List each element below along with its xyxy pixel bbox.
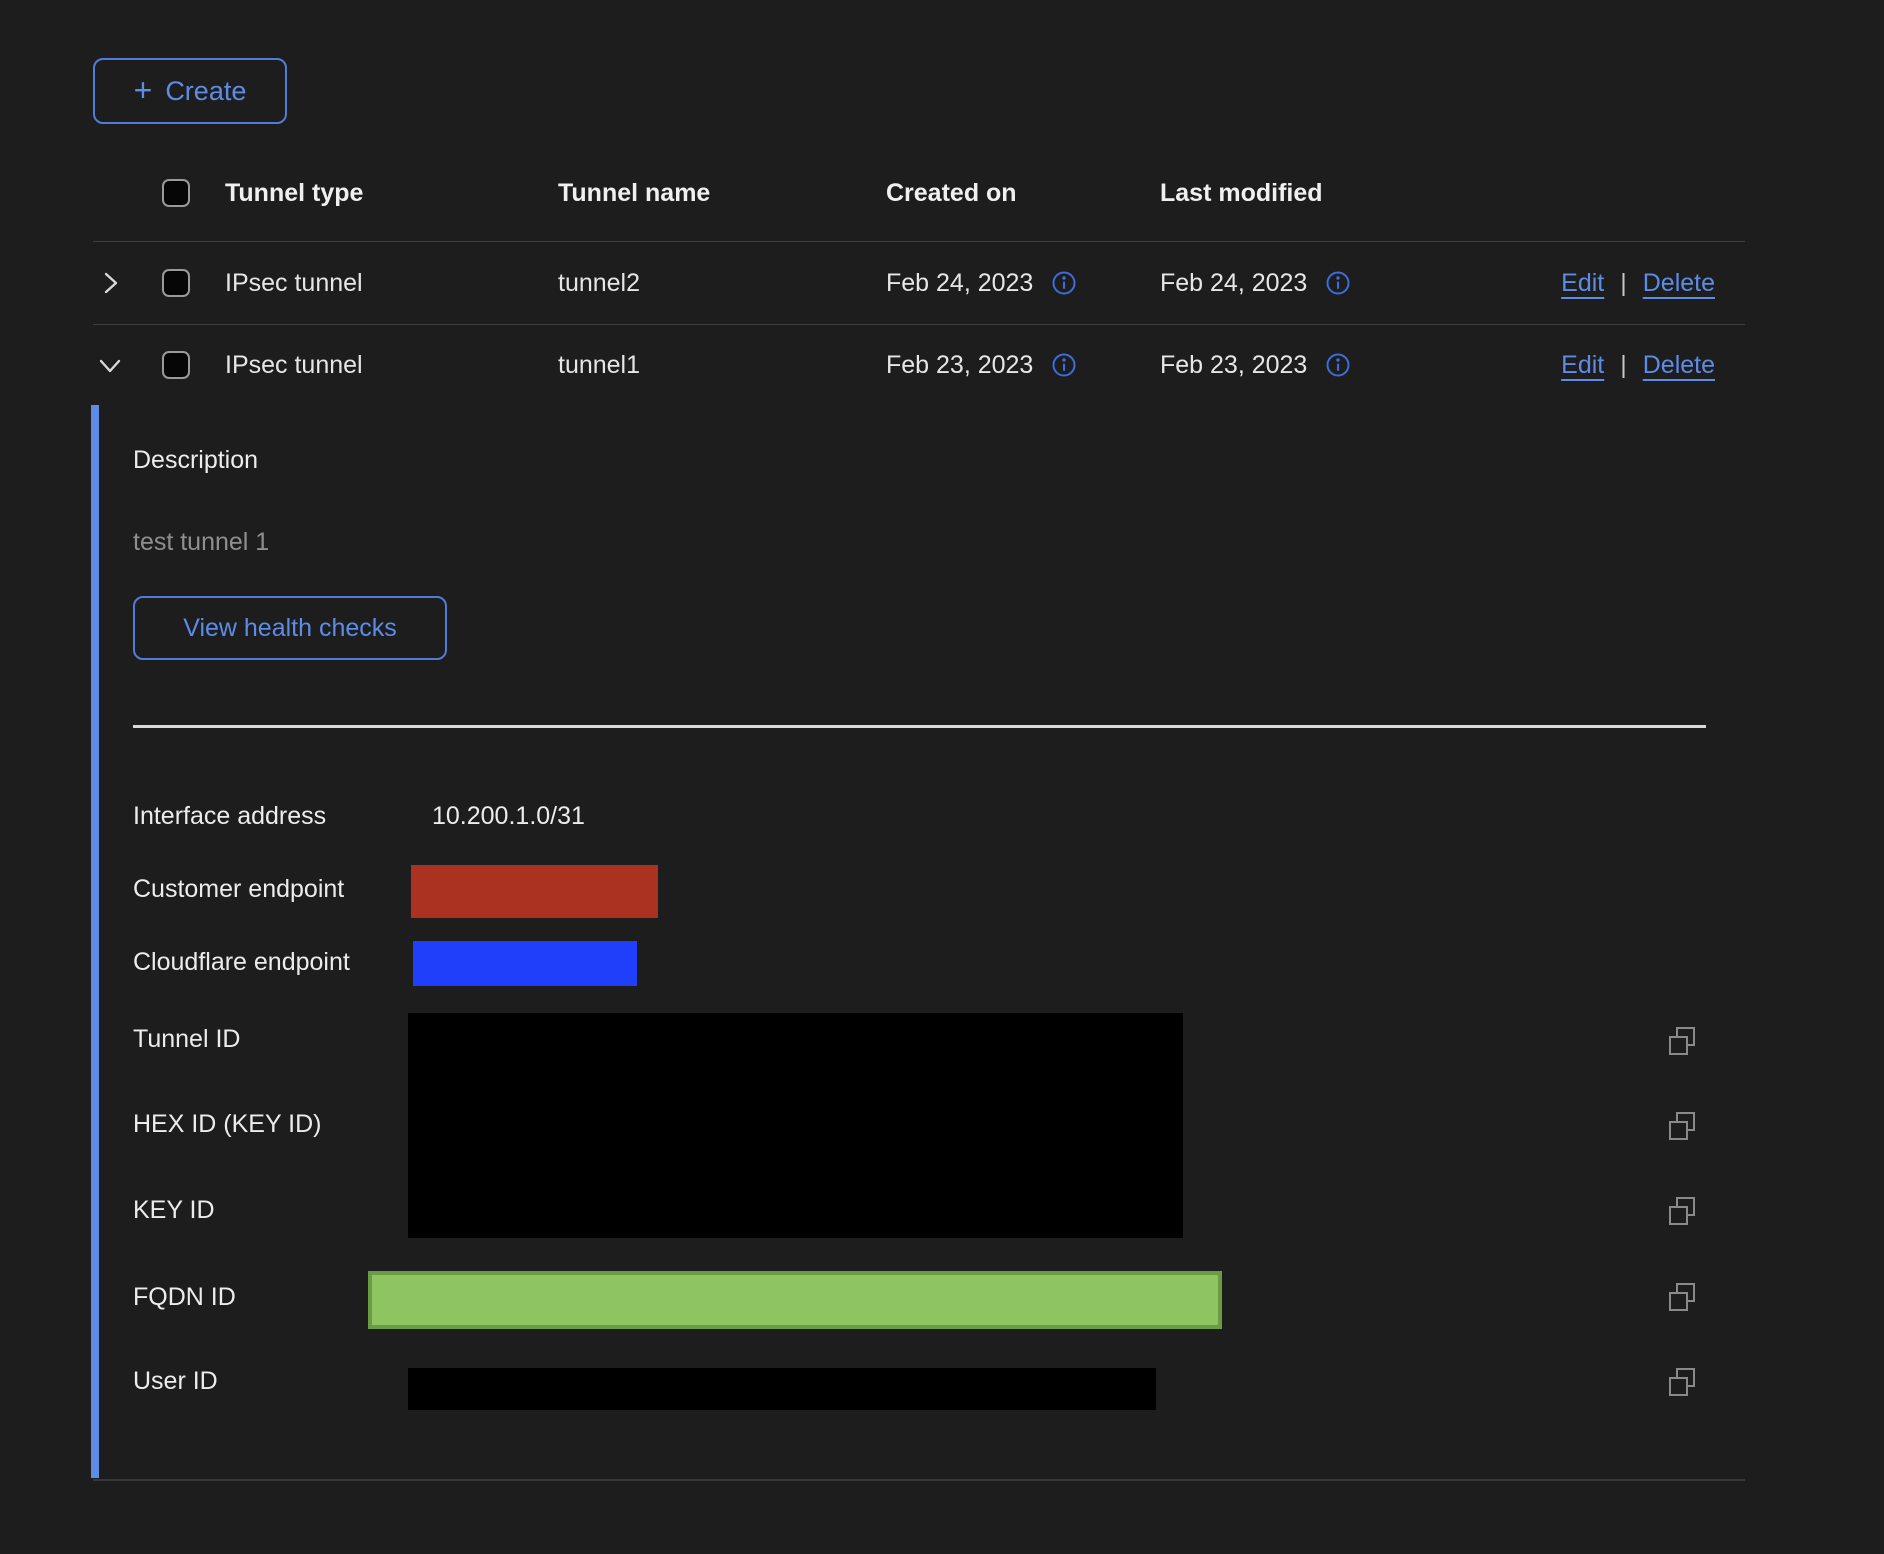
collapse-row-button[interactable] <box>93 348 127 382</box>
created-on-value: Feb 24, 2023 <box>886 269 1033 298</box>
table-header-row: Tunnel type Tunnel name Created on Last … <box>93 145 1745 242</box>
copy-tunnel-id-button[interactable] <box>1666 1026 1698 1058</box>
delete-link[interactable]: Delete <box>1643 269 1715 298</box>
fqdn-id-label: FQDN ID <box>133 1283 236 1312</box>
info-icon <box>1325 270 1351 296</box>
header-tunnel-name: Tunnel name <box>558 179 886 208</box>
cloudflare-endpoint-label: Cloudflare endpoint <box>133 948 350 977</box>
chevron-down-icon <box>97 352 123 378</box>
cloudflare-endpoint-redacted-value <box>413 941 637 986</box>
last-modified-info-button[interactable] <box>1325 352 1351 378</box>
link-separator: | <box>1620 351 1627 380</box>
expand-row-button[interactable] <box>93 266 127 300</box>
chevron-right-icon <box>97 270 123 296</box>
copy-hex-id-button[interactable] <box>1666 1111 1698 1143</box>
info-icon <box>1325 352 1351 378</box>
select-all-cell <box>148 179 225 207</box>
info-icon <box>1051 270 1077 296</box>
created-on-info-button[interactable] <box>1051 270 1077 296</box>
copy-icon <box>1666 1196 1698 1228</box>
delete-link[interactable]: Delete <box>1643 351 1715 380</box>
copy-icon <box>1666 1026 1698 1058</box>
edit-link[interactable]: Edit <box>1561 269 1604 298</box>
user-id-label: User ID <box>133 1367 218 1396</box>
tunnel-hex-key-id-redacted-value <box>408 1013 1183 1238</box>
link-separator: | <box>1620 269 1627 298</box>
tunnel-type-cell: IPsec tunnel <box>225 351 558 380</box>
copy-icon <box>1666 1111 1698 1143</box>
hex-id-label: HEX ID (KEY ID) <box>133 1110 321 1139</box>
expanded-accent-bar <box>91 405 99 1478</box>
tunnel1-expanded-panel: Description test tunnel 1 View health ch… <box>0 405 1884 1478</box>
created-on-info-button[interactable] <box>1051 352 1077 378</box>
table-row-tunnel2: IPsec tunnel tunnel2 Feb 24, 2023 Feb 24… <box>93 242 1745 325</box>
create-button[interactable]: + Create <box>93 58 287 124</box>
header-tunnel-type: Tunnel type <box>225 179 558 208</box>
customer-endpoint-label: Customer endpoint <box>133 875 344 904</box>
info-icon <box>1051 352 1077 378</box>
last-modified-info-button[interactable] <box>1325 270 1351 296</box>
description-value: test tunnel 1 <box>133 528 269 557</box>
select-all-checkbox[interactable] <box>162 179 190 207</box>
created-on-value: Feb 23, 2023 <box>886 351 1033 380</box>
tunnel-name-cell: tunnel1 <box>558 351 886 380</box>
interface-address-label: Interface address <box>133 802 326 831</box>
key-id-label: KEY ID <box>133 1196 215 1225</box>
copy-key-id-button[interactable] <box>1666 1196 1698 1228</box>
fqdn-id-redacted-value <box>368 1271 1222 1329</box>
plus-icon: + <box>134 74 153 106</box>
edit-link[interactable]: Edit <box>1561 351 1604 380</box>
copy-icon <box>1666 1282 1698 1314</box>
ipsec-tunnels-page: + Create Tunnel type Tunnel name Created… <box>0 0 1884 1554</box>
tunnel-id-label: Tunnel ID <box>133 1025 240 1054</box>
last-modified-value: Feb 24, 2023 <box>1160 269 1307 298</box>
interface-address-value: 10.200.1.0/31 <box>432 802 585 831</box>
user-id-redacted-value <box>408 1368 1156 1410</box>
customer-endpoint-redacted-value <box>411 865 658 918</box>
tunnels-table: Tunnel type Tunnel name Created on Last … <box>93 145 1745 405</box>
create-button-label: Create <box>165 76 246 107</box>
description-label: Description <box>133 446 258 475</box>
table-bottom-border <box>93 1479 1745 1481</box>
copy-fqdn-id-button[interactable] <box>1666 1282 1698 1314</box>
header-created-on: Created on <box>886 179 1160 208</box>
row-checkbox[interactable] <box>162 351 190 379</box>
section-divider <box>133 725 1706 728</box>
copy-icon <box>1666 1367 1698 1399</box>
header-last-modified: Last modified <box>1160 179 1430 208</box>
tunnel-name-cell: tunnel2 <box>558 269 886 298</box>
tunnel-type-cell: IPsec tunnel <box>225 269 558 298</box>
last-modified-value: Feb 23, 2023 <box>1160 351 1307 380</box>
view-health-checks-button[interactable]: View health checks <box>133 596 447 660</box>
table-row-tunnel1: IPsec tunnel tunnel1 Feb 23, 2023 Feb 23… <box>93 325 1745 405</box>
row-checkbox[interactable] <box>162 269 190 297</box>
copy-user-id-button[interactable] <box>1666 1367 1698 1399</box>
